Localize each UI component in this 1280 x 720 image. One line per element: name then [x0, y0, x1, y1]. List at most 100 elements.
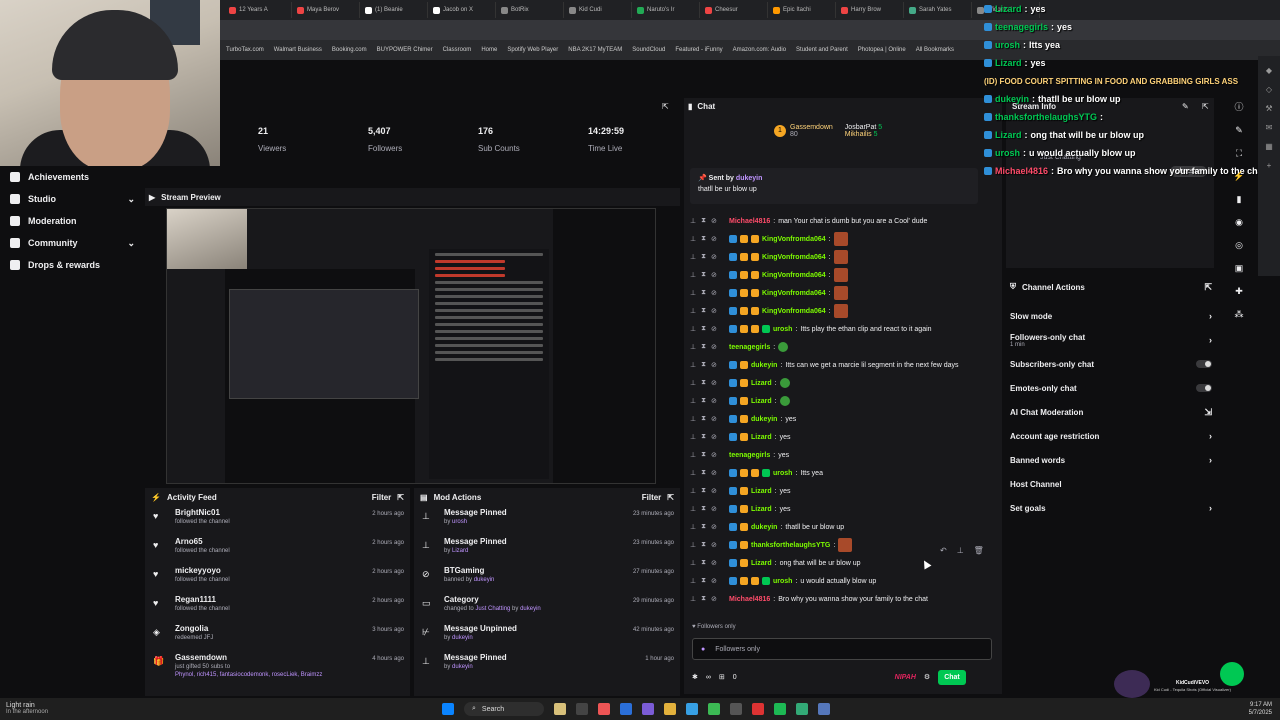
mod-action-user[interactable]: Just Chatting — [475, 606, 510, 612]
windows-start-icon[interactable] — [442, 703, 454, 715]
mod-action-user[interactable]: Lizard — [452, 548, 468, 554]
chat-username[interactable]: KingVonfromda064 — [762, 254, 826, 261]
browser-tab[interactable]: Jacob on X — [428, 2, 496, 18]
chat-username[interactable]: Lizard — [751, 560, 772, 567]
pin-icon[interactable]: ⊥ — [690, 307, 696, 315]
chat-username[interactable]: KingVonfromda064 — [762, 308, 826, 315]
timeout-icon[interactable]: ⧗ — [701, 307, 706, 315]
pin-action-icon[interactable]: ⊥ — [957, 546, 964, 555]
app-icon[interactable] — [598, 703, 610, 715]
chevron-right-icon[interactable]: › — [1209, 503, 1212, 513]
chevron-right-icon[interactable]: › — [1209, 311, 1212, 321]
activity-name[interactable]: Regan1111 — [175, 595, 372, 604]
timeout-icon[interactable]: ⧗ — [701, 325, 706, 333]
timeout-icon[interactable]: ⧗ — [701, 235, 706, 243]
popout-icon[interactable]: ⇱ — [662, 102, 669, 111]
ban-icon[interactable]: ⊘ — [711, 559, 717, 567]
bookmark-item[interactable]: Student and Parent — [796, 47, 848, 53]
pin-icon[interactable]: ⊥ — [690, 343, 696, 351]
now-playing-widget[interactable]: KidCudiVEVO Kid Cudi - Tequila Shots (Of… — [1114, 662, 1254, 698]
obs-icon[interactable] — [752, 703, 764, 715]
chrome-icon[interactable] — [708, 703, 720, 715]
bookmark-item[interactable]: Classroom — [443, 47, 472, 53]
pin-icon[interactable]: ⊥ — [690, 361, 696, 369]
chat-username[interactable]: thanksforthelaughsYTG — [751, 542, 830, 549]
timeout-icon[interactable]: ⧗ — [701, 541, 706, 549]
ban-icon[interactable]: ⊘ — [711, 307, 717, 315]
nav-item-drops-rewards[interactable]: Drops & rewards — [0, 254, 145, 276]
ban-icon[interactable]: ⊘ — [711, 325, 717, 333]
pin-icon[interactable]: ⊥ — [690, 415, 696, 423]
ban-icon[interactable]: ⊘ — [711, 289, 717, 297]
channel-action-set-goals[interactable]: Set goals › — [1006, 496, 1218, 520]
timeout-icon[interactable]: ⧗ — [701, 505, 706, 513]
bookmark-item[interactable]: Home — [481, 47, 497, 53]
pin-icon[interactable]: ⊥ — [690, 487, 696, 495]
channel-action-subscribers-only-chat[interactable]: Subscribers-only chat — [1006, 352, 1218, 376]
nav-item-studio[interactable]: Studio ⌄ — [0, 188, 145, 210]
channel-action-host-channel[interactable]: Host Channel — [1006, 472, 1218, 496]
timeout-icon[interactable]: ⧗ — [701, 343, 706, 351]
pin-icon[interactable]: ⊥ — [690, 541, 696, 549]
layout-icon[interactable]: ▣ — [1235, 263, 1244, 274]
delete-icon[interactable]: 🗑 — [974, 546, 984, 555]
bookmark-item[interactable]: Walmart Business — [274, 47, 322, 53]
teams-icon[interactable] — [642, 703, 654, 715]
mod-filter-button[interactable]: Filter — [642, 493, 662, 502]
shopping-icon[interactable]: ◆ — [1266, 66, 1272, 75]
ban-icon[interactable]: ⊘ — [711, 433, 717, 441]
pin-icon[interactable]: ⊥ — [690, 451, 696, 459]
bolt-icon[interactable]: ⚡ — [1233, 171, 1244, 182]
popout-icon[interactable]: ⇱ — [1204, 282, 1212, 293]
more-icon[interactable]: + — [1267, 161, 1272, 170]
timeout-icon[interactable]: ⧗ — [701, 451, 706, 459]
pin-icon[interactable]: ⊥ — [690, 271, 696, 279]
edge-icon[interactable] — [686, 703, 698, 715]
bookmark-item[interactable]: Spotify Web Player — [507, 47, 558, 53]
pin-icon[interactable]: ⊥ — [690, 595, 696, 603]
chat-username[interactable]: Lizard — [751, 488, 772, 495]
timeout-icon[interactable]: ⧗ — [701, 523, 706, 531]
reply-icon[interactable]: ↶ — [940, 546, 947, 555]
ban-icon[interactable]: ⊘ — [711, 397, 717, 405]
nav-item-community[interactable]: Community ⌄ — [0, 232, 145, 254]
chat-input[interactable]: ● Followers only — [692, 638, 992, 660]
channel-action-followers-only-chat[interactable]: Followers-only chat 1 min › — [1006, 328, 1218, 352]
ban-icon[interactable]: ⊘ — [711, 343, 717, 351]
pin-icon[interactable]: ⊥ — [690, 325, 696, 333]
ban-icon[interactable]: ⊘ — [711, 577, 717, 585]
wrench-icon[interactable]: ✚ — [1235, 286, 1243, 297]
pin-icon[interactable]: ⊥ — [690, 397, 696, 405]
ban-icon[interactable]: ⊘ — [711, 487, 717, 495]
toggle-switch[interactable] — [1196, 360, 1212, 368]
chat-username[interactable]: Lizard — [751, 434, 772, 441]
explorer-icon[interactable] — [664, 703, 676, 715]
chat-username[interactable]: Lizard — [751, 398, 772, 405]
bookmark-item[interactable]: NBA 2K17 MyTEAM — [568, 47, 622, 53]
pin-icon[interactable]: ⊥ — [690, 379, 696, 387]
browser-tab[interactable]: Epic Itachi — [768, 2, 836, 18]
timeout-icon[interactable]: ⧗ — [701, 469, 706, 477]
timeout-icon[interactable]: ⧗ — [701, 253, 706, 261]
pin-icon[interactable]: ⊥ — [690, 217, 696, 225]
chevron-down-icon[interactable]: ⌄ — [127, 194, 135, 205]
emote-picker-icon[interactable]: ✱ — [692, 673, 698, 681]
activity-name[interactable]: Gassemdown — [175, 653, 372, 662]
external-link-icon[interactable]: ⇲ — [1204, 407, 1212, 418]
chevron-right-icon[interactable]: › — [1209, 335, 1212, 345]
timeout-icon[interactable]: ⧗ — [701, 397, 706, 405]
bag-icon[interactable]: ◇ — [1266, 85, 1272, 94]
infinity-icon[interactable]: ∞ — [706, 674, 711, 681]
bookmark-item[interactable]: Featured - iFunny — [675, 47, 722, 53]
ban-icon[interactable]: ⊘ — [711, 541, 717, 549]
pin-icon[interactable]: ⊥ — [690, 577, 696, 585]
browser-tab[interactable]: BotRix — [496, 2, 564, 18]
popout-icon[interactable]: ⇱ — [397, 493, 404, 502]
spotify-icon[interactable] — [774, 703, 786, 715]
timeout-icon[interactable]: ⧗ — [701, 289, 706, 297]
points-icon[interactable]: ⊞ — [719, 673, 725, 681]
chat-username[interactable]: dukeyin — [751, 416, 777, 423]
browser-tab[interactable]: Harry Brow — [836, 2, 904, 18]
info-icon[interactable]: ⓘ — [1234, 100, 1243, 113]
ban-icon[interactable]: ⊘ — [711, 235, 717, 243]
